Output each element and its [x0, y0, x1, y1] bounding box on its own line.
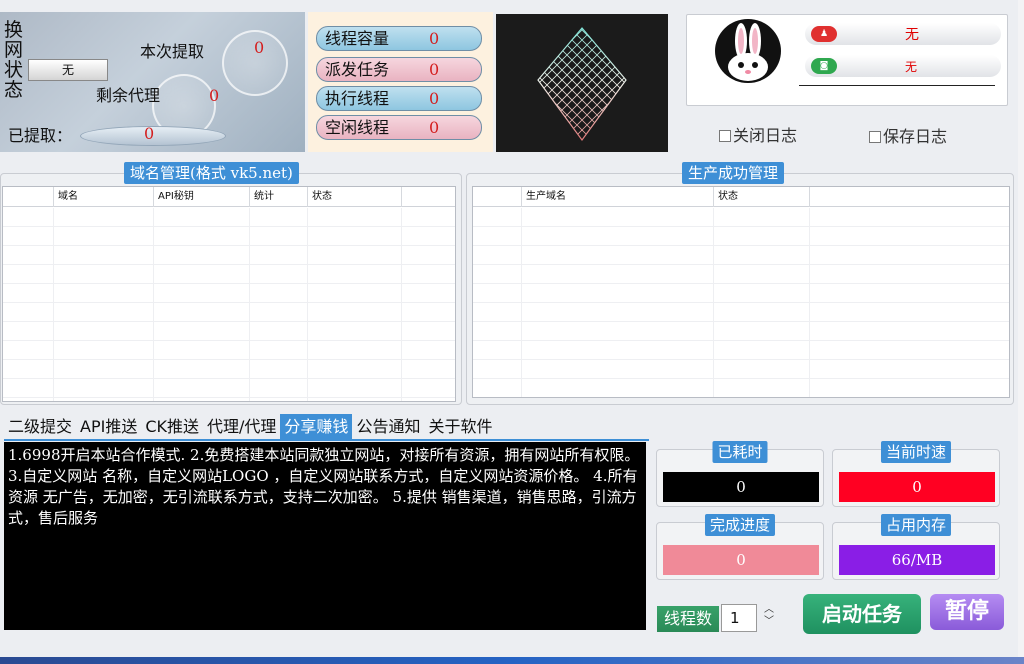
rabbit-avatar — [715, 19, 781, 83]
memory-usage-title: 占用内存 — [880, 514, 952, 536]
thread-stats-panel: 线程容量 0 派发任务 0 执行线程 0 空闲线程 0 — [308, 12, 493, 152]
extracted-value: 0 — [144, 124, 155, 143]
extract-label: 本次提取 — [140, 42, 205, 61]
column-stats[interactable]: 统计 — [249, 187, 274, 207]
success-management-title: 生产成功管理 — [682, 162, 785, 184]
rabbit-icon — [728, 23, 768, 81]
running-thread-pill: 执行线程 0 — [316, 86, 482, 111]
progress-title: 完成进度 — [704, 514, 776, 536]
column-filler — [809, 187, 814, 207]
user-divider — [799, 85, 995, 86]
chevron-down-icon[interactable]: ﹀ — [762, 616, 776, 628]
close-log-checkbox[interactable]: 关闭日志 — [719, 122, 797, 146]
success-list-rows — [473, 208, 1009, 397]
window-edge — [1018, 0, 1024, 664]
pause-button[interactable]: 暂停 — [930, 594, 1004, 630]
checkbox-box[interactable] — [719, 130, 731, 142]
domain-list[interactable]: 域名 API秘钥 统计 状态 — [2, 186, 456, 402]
user-icon: ♟ — [811, 26, 837, 42]
column-api-key[interactable]: API秘钥 — [153, 187, 194, 207]
idle-thread-pill: 空闲线程 0 — [316, 115, 482, 140]
start-task-button[interactable]: 启动任务 — [803, 594, 921, 634]
network-status-value: 无 — [28, 59, 108, 81]
network-status-panel: 换网 状态 无 本次提取 0 剩余代理 0 已提取： 0 — [0, 12, 305, 152]
badge-icon: ◙ — [811, 58, 837, 74]
tab-ck-push[interactable]: CK推送 — [141, 414, 203, 440]
thread-count-spinner[interactable]: ︿ ﹀ — [762, 604, 776, 632]
thread-count-input[interactable]: 1 — [721, 604, 757, 632]
save-log-label: 保存日志 — [883, 127, 948, 146]
extract-value: 0 — [254, 38, 265, 57]
progress-value: 0 — [663, 545, 819, 575]
user-info-value-2: 无 — [905, 60, 918, 74]
column-filler — [401, 187, 406, 207]
remaining-proxy-value: 0 — [209, 86, 220, 105]
close-log-label: 关闭日志 — [733, 126, 798, 145]
domain-list-header: 域名 API秘钥 统计 状态 — [3, 187, 455, 207]
taskbar-strip — [0, 657, 1024, 664]
domain-list-rows — [3, 208, 455, 401]
save-log-checkbox[interactable]: 保存日志 — [869, 123, 947, 147]
progress-box: 完成进度 0 — [656, 514, 824, 580]
user-info-row-1: ♟ 无 — [805, 23, 1001, 45]
elapsed-time-title: 已耗时 — [712, 441, 768, 463]
user-panel: ♟ 无 ◙ 无 — [686, 14, 1008, 106]
column-status[interactable]: 状态 — [713, 187, 738, 207]
checkbox-box[interactable] — [869, 131, 881, 143]
tab-api-push[interactable]: API推送 — [76, 414, 141, 440]
user-info-value-1: 无 — [905, 27, 919, 43]
tab-bar: 二级提交 API推送 CK推送 代理/代理 分享赚钱 公告通知 关于软件 — [4, 414, 496, 440]
thread-capacity-pill: 线程容量 0 — [316, 26, 482, 51]
tab-share-earn[interactable]: 分享赚钱 — [280, 414, 353, 440]
current-speed-box: 当前时速 0 — [832, 441, 1000, 507]
success-list[interactable]: 生产域名 状态 — [472, 186, 1010, 398]
column-status[interactable]: 状态 — [307, 187, 332, 207]
current-speed-value: 0 — [839, 472, 995, 502]
share-info-text[interactable]: 1.6998开启本站合作模式. 2.免费搭建本站同款独立网站，对接所有资源，拥有… — [4, 442, 646, 630]
dispatch-task-pill: 派发任务 0 — [316, 57, 482, 82]
diamond-graphic — [496, 14, 668, 152]
diamond-mesh-icon — [537, 27, 627, 142]
column-domain[interactable]: 域名 — [53, 187, 78, 207]
column-production-domain[interactable]: 生产域名 — [521, 187, 566, 207]
success-list-header: 生产域名 状态 — [473, 187, 1009, 207]
chevron-up-icon[interactable]: ︿ — [762, 604, 776, 616]
domain-management-title: 域名管理(格式 vk5.net) — [124, 162, 299, 184]
tab-underline — [4, 439, 649, 441]
remaining-proxy-label: 剩余代理 — [96, 86, 161, 105]
tab-proxy[interactable]: 代理/代理 — [203, 414, 280, 440]
current-speed-title: 当前时速 — [880, 441, 952, 463]
memory-usage-value: 66/MB — [839, 545, 995, 575]
thread-count-label: 线程数 — [657, 606, 719, 632]
memory-usage-box: 占用内存 66/MB — [832, 514, 1000, 580]
elapsed-time-box: 已耗时 0 — [656, 441, 824, 507]
user-info-row-2: ◙ 无 — [805, 55, 1001, 77]
network-status-title: 换网 状态 — [4, 19, 24, 101]
extracted-label: 已提取： — [8, 126, 73, 145]
tab-about[interactable]: 关于软件 — [424, 414, 496, 440]
tab-secondary-submit[interactable]: 二级提交 — [4, 414, 76, 440]
elapsed-time-value: 0 — [663, 472, 819, 502]
tab-announcement[interactable]: 公告通知 — [352, 414, 424, 440]
